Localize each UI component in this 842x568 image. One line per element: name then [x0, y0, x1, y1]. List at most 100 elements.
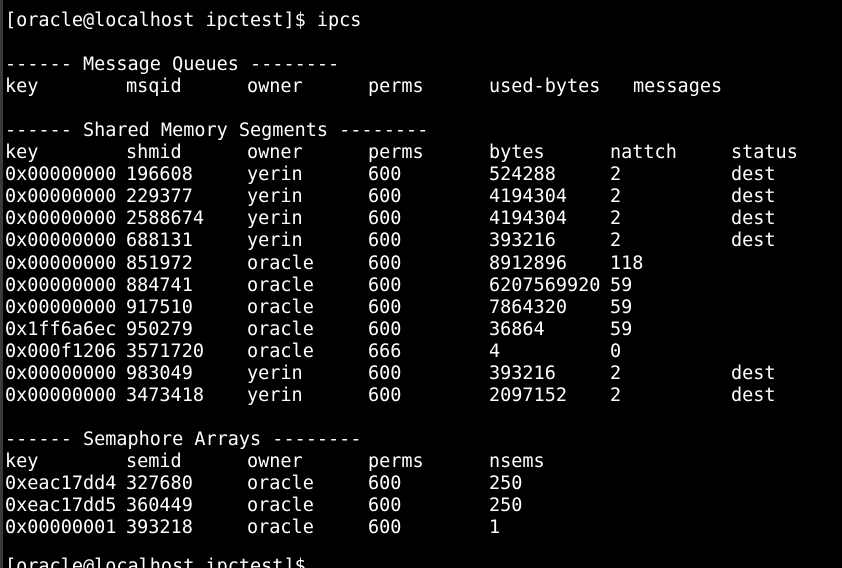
shm-key: 0x00000000: [5, 230, 117, 251]
shm-nattch: 2: [610, 363, 622, 384]
shm-status: dest: [731, 208, 776, 229]
sem-id: 327680: [126, 473, 193, 494]
shm-owner: yerin: [247, 230, 303, 251]
sem-row: 0xeac17dd4 327680 oracle 600 250: [0, 473, 842, 495]
shm-row: 0x00000000 851972 oracle 600 8912896 118: [0, 253, 842, 275]
command-prompt-line: [oracle@localhost ipctest]$ ipcs: [5, 10, 362, 31]
message-queues-column-headers: key msqid owner perms used-bytes message…: [0, 76, 842, 98]
shm-col-bytes: bytes: [489, 142, 545, 163]
shm-owner: yerin: [247, 186, 303, 207]
shm-perms: 600: [368, 385, 402, 406]
shm-row: 0x00000000 917510 oracle 600 7864320 59: [0, 297, 842, 319]
shm-bytes: 6207569920: [489, 275, 601, 296]
sem-perms: 600: [368, 495, 402, 516]
shm-owner: oracle: [247, 275, 314, 296]
mq-col-owner: owner: [247, 76, 303, 97]
next-prompt-line: [oracle@localhost ipctest]$: [5, 556, 317, 568]
shm-perms: 600: [368, 319, 402, 340]
shm-nattch: 2: [610, 208, 622, 229]
shm-bytes: 36864: [489, 319, 545, 340]
shm-perms: 600: [368, 297, 402, 318]
shm-row: 0x00000000 196608 yerin 600 524288 2 des…: [0, 164, 842, 186]
shm-col-key: key: [5, 142, 39, 163]
shm-perms: 600: [368, 363, 402, 384]
shm-owner: oracle: [247, 341, 314, 362]
sem-key: 0x00000001: [5, 517, 117, 538]
shm-perms: 600: [368, 164, 402, 185]
sem-nsems: 250: [489, 473, 523, 494]
shm-owner: yerin: [247, 385, 303, 406]
shm-id: 917510: [126, 297, 193, 318]
sem-perms: 600: [368, 517, 402, 538]
shm-nattch: 2: [610, 385, 622, 406]
shm-column-headers: key shmid owner perms bytes nattch statu…: [0, 142, 842, 164]
shm-id: 851972: [126, 253, 193, 274]
shm-nattch: 2: [610, 164, 622, 185]
shm-row: 0x00000000 229377 yerin 600 4194304 2 de…: [0, 186, 842, 208]
shm-bytes: 2097152: [489, 385, 567, 406]
shm-nattch: 2: [610, 230, 622, 251]
shm-nattch: 59: [610, 297, 633, 318]
shm-col-nattch: nattch: [610, 142, 677, 163]
shm-bytes: 393216: [489, 230, 556, 251]
terminal-window[interactable]: [oracle@localhost ipctest]$ ipcs ------ …: [0, 0, 842, 568]
sem-col-owner: owner: [247, 451, 303, 472]
shm-id: 688131: [126, 230, 193, 251]
shm-row: 0x00000000 983049 yerin 600 393216 2 des…: [0, 363, 842, 385]
shm-row: 0x000f1206 3571720 oracle 666 4 0: [0, 341, 842, 363]
shm-col-perms: perms: [368, 142, 424, 163]
shm-key: 0x00000000: [5, 186, 117, 207]
sem-key: 0xeac17dd4: [5, 473, 117, 494]
shm-key: 0x00000000: [5, 208, 117, 229]
shm-status: dest: [731, 385, 776, 406]
shm-bytes: 4: [489, 341, 501, 362]
shm-bytes: 4194304: [489, 186, 567, 207]
shm-id: 950279: [126, 319, 193, 340]
shm-key: 0x00000000: [5, 164, 117, 185]
shm-bytes: 4194304: [489, 208, 567, 229]
shm-owner: oracle: [247, 319, 314, 340]
shm-perms: 600: [368, 253, 402, 274]
shm-id: 229377: [126, 186, 193, 207]
mq-col-perms: perms: [368, 76, 424, 97]
shm-nattch: 59: [610, 319, 633, 340]
sem-col-key: key: [5, 451, 39, 472]
sem-owner: oracle: [247, 517, 314, 538]
shm-status: dest: [731, 186, 776, 207]
shm-key: 0x00000000: [5, 363, 117, 384]
shm-id: 884741: [126, 275, 193, 296]
shm-bytes: 524288: [489, 164, 556, 185]
mq-col-msqid: msqid: [126, 76, 182, 97]
sem-column-headers: key semid owner perms nsems: [0, 451, 842, 473]
shm-row: 0x00000000 3473418 yerin 600 2097152 2 d…: [0, 385, 842, 407]
shm-key: 0x1ff6a6ec: [5, 319, 117, 340]
sem-id: 393218: [126, 517, 193, 538]
shm-id: 983049: [126, 363, 193, 384]
shm-perms: 666: [368, 341, 402, 362]
shm-perms: 600: [368, 186, 402, 207]
shm-bytes: 7864320: [489, 297, 567, 318]
shm-nattch: 59: [610, 275, 633, 296]
shm-nattch: 0: [610, 341, 622, 362]
shm-row: 0x00000000 2588674 yerin 600 4194304 2 d…: [0, 208, 842, 230]
shm-key: 0x00000000: [5, 297, 117, 318]
shm-status: dest: [731, 363, 776, 384]
shm-col-shmid: shmid: [126, 142, 182, 163]
shm-key: 0x000f1206: [5, 341, 117, 362]
shm-nattch: 2: [610, 186, 622, 207]
shm-col-owner: owner: [247, 142, 303, 163]
sem-nsems: 250: [489, 495, 523, 516]
sem-col-perms: perms: [368, 451, 424, 472]
message-queues-header: ------ Message Queues --------: [5, 54, 340, 75]
shm-id: 3571720: [126, 341, 204, 362]
shm-key: 0x00000000: [5, 253, 117, 274]
shm-status: dest: [731, 164, 776, 185]
shm-owner: oracle: [247, 297, 314, 318]
shm-perms: 600: [368, 230, 402, 251]
shm-id: 196608: [126, 164, 193, 185]
shm-owner: yerin: [247, 363, 303, 384]
shm-row: 0x00000000 884741 oracle 600 6207569920 …: [0, 275, 842, 297]
sem-key: 0xeac17dd5: [5, 495, 117, 516]
shm-id: 2588674: [126, 208, 204, 229]
sem-id: 360449: [126, 495, 193, 516]
